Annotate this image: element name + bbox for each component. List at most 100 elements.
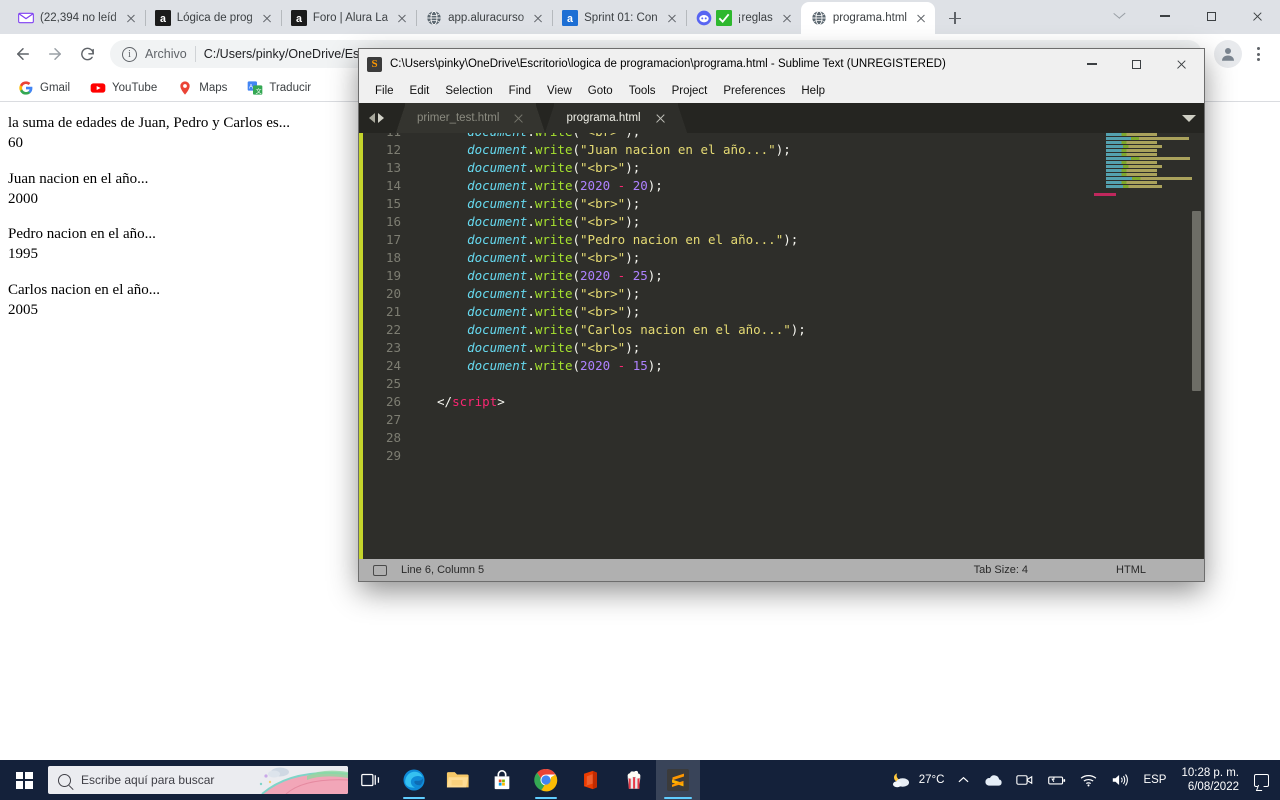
taskbar-app-office[interactable]: [568, 760, 612, 800]
tab-size-label[interactable]: Tab Size: 4: [974, 564, 1028, 576]
taskbar-clock[interactable]: 10:28 p. m. 6/08/2022: [1173, 766, 1247, 795]
sublime-close-button[interactable]: [1159, 49, 1204, 79]
code-line[interactable]: 20 document.write("<br>");: [363, 285, 1204, 303]
code-line-text[interactable]: document.write("Carlos nacion en el año.…: [415, 321, 806, 339]
language-indicator[interactable]: ESP: [1136, 760, 1173, 800]
sublime-minimize-button[interactable]: [1069, 49, 1114, 79]
code-line[interactable]: 16 document.write("<br>");: [363, 213, 1204, 231]
code-line-text[interactable]: </script>: [415, 393, 505, 411]
editor-scrollbar[interactable]: [1190, 133, 1202, 559]
sublime-maximize-button[interactable]: [1114, 49, 1159, 79]
syntax-label[interactable]: HTML: [1116, 564, 1146, 576]
editor-minimap[interactable]: [1092, 133, 1192, 559]
scrollbar-thumb[interactable]: [1192, 211, 1201, 391]
profile-avatar[interactable]: [1214, 40, 1242, 68]
taskbar-app-microsoft-store[interactable]: [480, 760, 524, 800]
tab-close-icon[interactable]: [779, 10, 795, 26]
tab-scroll-left-icon[interactable]: [368, 113, 375, 123]
browser-maximize-button[interactable]: [1188, 0, 1234, 32]
code-line[interactable]: 25: [363, 375, 1204, 393]
battery-tray-icon[interactable]: [1040, 760, 1073, 800]
browser-tab-5[interactable]: ¡reglas: [686, 2, 801, 34]
taskbar-app-edge[interactable]: [392, 760, 436, 800]
code-content[interactable]: 11 document.write("<br>");12 document.wr…: [363, 133, 1204, 465]
bookmark-maps[interactable]: Maps: [169, 77, 235, 99]
code-line-text[interactable]: document.write("<br>");: [415, 303, 640, 321]
browser-tab-6[interactable]: programa.html: [800, 2, 935, 34]
code-line[interactable]: 19 document.write(2020 - 25);: [363, 267, 1204, 285]
code-line-text[interactable]: [415, 447, 437, 465]
camera-tray-icon[interactable]: [1009, 760, 1040, 800]
browser-tab-3[interactable]: app.aluracurso: [416, 2, 554, 34]
sublime-tab-programa[interactable]: programa.html: [545, 103, 687, 133]
code-line[interactable]: 23 document.write("<br>");: [363, 339, 1204, 357]
menu-edit[interactable]: Edit: [402, 82, 438, 100]
taskbar-search-box[interactable]: Escribe aquí para buscar: [48, 766, 348, 794]
code-line-text[interactable]: [415, 411, 437, 429]
action-center-button[interactable]: [1247, 760, 1276, 800]
code-line-text[interactable]: document.write("<br>");: [415, 213, 640, 231]
wifi-tray-icon[interactable]: [1073, 760, 1104, 800]
reload-icon[interactable]: [72, 39, 102, 69]
tab-close-icon[interactable]: [259, 10, 275, 26]
taskbar-app-chrome[interactable]: [524, 760, 568, 800]
task-view-icon[interactable]: [348, 760, 392, 800]
sublime-tab-scroll-arrows[interactable]: [359, 103, 393, 133]
browser-tab-0[interactable]: (22,394 no leíd: [8, 2, 146, 34]
menu-preferences[interactable]: Preferences: [715, 82, 793, 100]
code-line-text[interactable]: document.write("<br>");: [415, 159, 640, 177]
bookmark-traducir[interactable]: A文 Traducir: [239, 77, 319, 99]
bookmark-gmail[interactable]: Gmail: [10, 77, 78, 99]
code-line-text[interactable]: document.write("<br>");: [415, 339, 640, 357]
code-line[interactable]: 15 document.write("<br>");: [363, 195, 1204, 213]
code-line-text[interactable]: document.write("<br>");: [415, 249, 640, 267]
code-line[interactable]: 22 document.write("Carlos nacion en el a…: [363, 321, 1204, 339]
browser-minimize-button[interactable]: [1142, 0, 1188, 32]
back-icon[interactable]: [8, 39, 38, 69]
code-line[interactable]: 21 document.write("<br>");: [363, 303, 1204, 321]
code-line[interactable]: 29: [363, 447, 1204, 465]
browser-tab-2[interactable]: a Foro | Alura La: [281, 2, 418, 34]
menu-view[interactable]: View: [539, 82, 580, 100]
menu-file[interactable]: File: [367, 82, 402, 100]
tab-close-icon[interactable]: [913, 10, 929, 26]
menu-help[interactable]: Help: [793, 82, 833, 100]
new-tab-button[interactable]: [941, 4, 969, 32]
sublime-tab-overflow-button[interactable]: [1174, 103, 1204, 133]
browser-restore-button[interactable]: [1096, 0, 1142, 32]
start-button[interactable]: [0, 760, 48, 800]
close-icon[interactable]: [513, 113, 524, 124]
tab-close-icon[interactable]: [664, 10, 680, 26]
browser-close-button[interactable]: [1234, 0, 1280, 32]
code-line[interactable]: 13 document.write("<br>");: [363, 159, 1204, 177]
code-line-text[interactable]: document.write(2020 - 15);: [415, 357, 663, 375]
menu-goto[interactable]: Goto: [580, 82, 621, 100]
code-line-text[interactable]: document.write("<br>");: [415, 133, 640, 141]
code-line[interactable]: 28: [363, 429, 1204, 447]
code-line-text[interactable]: document.write("<br>");: [415, 285, 640, 303]
forward-icon[interactable]: [40, 39, 70, 69]
code-line[interactable]: 26 </script>: [363, 393, 1204, 411]
close-icon[interactable]: [655, 113, 666, 124]
code-line-text[interactable]: document.write("Pedro nacion en el año..…: [415, 231, 798, 249]
weather-widget[interactable]: 27°C: [883, 760, 952, 800]
code-editor[interactable]: 11 document.write("<br>");12 document.wr…: [363, 133, 1204, 559]
code-line-text[interactable]: document.write("Juan nacion en el año...…: [415, 141, 791, 159]
taskbar-app-sublime-text[interactable]: [656, 760, 700, 800]
menu-project[interactable]: Project: [664, 82, 716, 100]
bookmark-youtube[interactable]: YouTube: [82, 77, 165, 99]
sublime-tab-primer-test[interactable]: primer_test.html: [395, 103, 546, 133]
menu-tools[interactable]: Tools: [621, 82, 664, 100]
volume-tray-icon[interactable]: [1104, 760, 1136, 800]
code-line[interactable]: 17 document.write("Pedro nacion en el añ…: [363, 231, 1204, 249]
code-line[interactable]: 11 document.write("<br>");: [363, 133, 1204, 141]
tab-close-icon[interactable]: [123, 10, 139, 26]
tab-close-icon[interactable]: [530, 10, 546, 26]
code-line[interactable]: 18 document.write("<br>");: [363, 249, 1204, 267]
tab-scroll-right-icon[interactable]: [377, 113, 384, 123]
page-info-icon[interactable]: i: [122, 46, 137, 62]
code-line-text[interactable]: document.write("<br>");: [415, 195, 640, 213]
menu-selection[interactable]: Selection: [437, 82, 500, 100]
sidebar-toggle-icon[interactable]: [373, 564, 387, 576]
browser-tab-1[interactable]: a Lógica de prog: [145, 2, 282, 34]
